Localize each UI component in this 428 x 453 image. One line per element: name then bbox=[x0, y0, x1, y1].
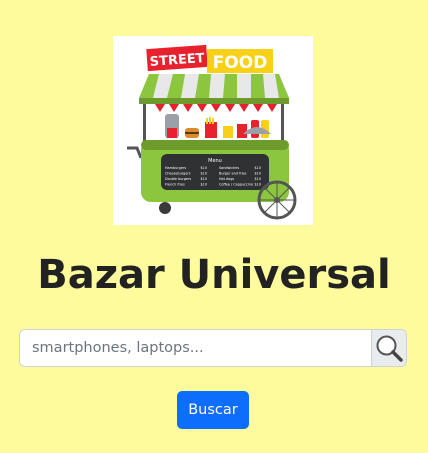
magnifier-icon bbox=[376, 335, 403, 362]
menu-entry-text: $10 bbox=[255, 177, 261, 181]
page-title: Bazar Universal bbox=[37, 252, 391, 298]
menu-board: Menu Hamburgers $10 Sandwiches $10 Cheesebur… bbox=[161, 154, 269, 190]
menu-entry-text: $10 bbox=[201, 183, 207, 187]
menu-entry-text: Hamburgers bbox=[165, 166, 186, 170]
street-food-logo: STREET FOOD Menu Hamburgers $10 Sandwich… bbox=[113, 36, 313, 225]
menu-entry-text: Sandwiches bbox=[219, 166, 239, 170]
awning bbox=[139, 74, 289, 104]
food-cart-illustration: STREET FOOD Menu Hamburgers $10 Sandwich… bbox=[127, 44, 297, 220]
search-input[interactable] bbox=[19, 329, 371, 367]
page: STREET FOOD Menu Hamburgers $10 Sandwich… bbox=[0, 0, 428, 453]
menu-entry-text: Double burgers bbox=[165, 177, 191, 181]
menu-entry-text: $10 bbox=[201, 177, 207, 181]
counter-items bbox=[165, 114, 271, 138]
menu-entry-text: $10 bbox=[255, 172, 261, 176]
bunting bbox=[155, 104, 277, 112]
street-banner: STREET bbox=[146, 44, 208, 72]
search-submit-button[interactable]: Buscar bbox=[177, 391, 249, 429]
menu-entry-text: $10 bbox=[255, 183, 261, 187]
menu-entry-text: French fries bbox=[165, 183, 185, 187]
menu-entry-text: Cheeseburgers bbox=[165, 172, 191, 176]
search-button[interactable] bbox=[371, 329, 407, 367]
food-label: FOOD bbox=[213, 53, 268, 73]
menu-entry-text: Burger and fries bbox=[219, 172, 247, 176]
menu-entry-text: $10 bbox=[201, 166, 207, 170]
menu-entry-text: $10 bbox=[255, 166, 261, 170]
food-banner: FOOD bbox=[207, 49, 273, 73]
menu-entry-text: Hot dogs bbox=[219, 177, 234, 181]
menu-entry-text: $10 bbox=[201, 172, 207, 176]
search-group bbox=[19, 329, 407, 367]
menu-entry-text: Coffee / Cappuccino bbox=[219, 183, 253, 187]
menu-title: Menu bbox=[208, 158, 222, 164]
